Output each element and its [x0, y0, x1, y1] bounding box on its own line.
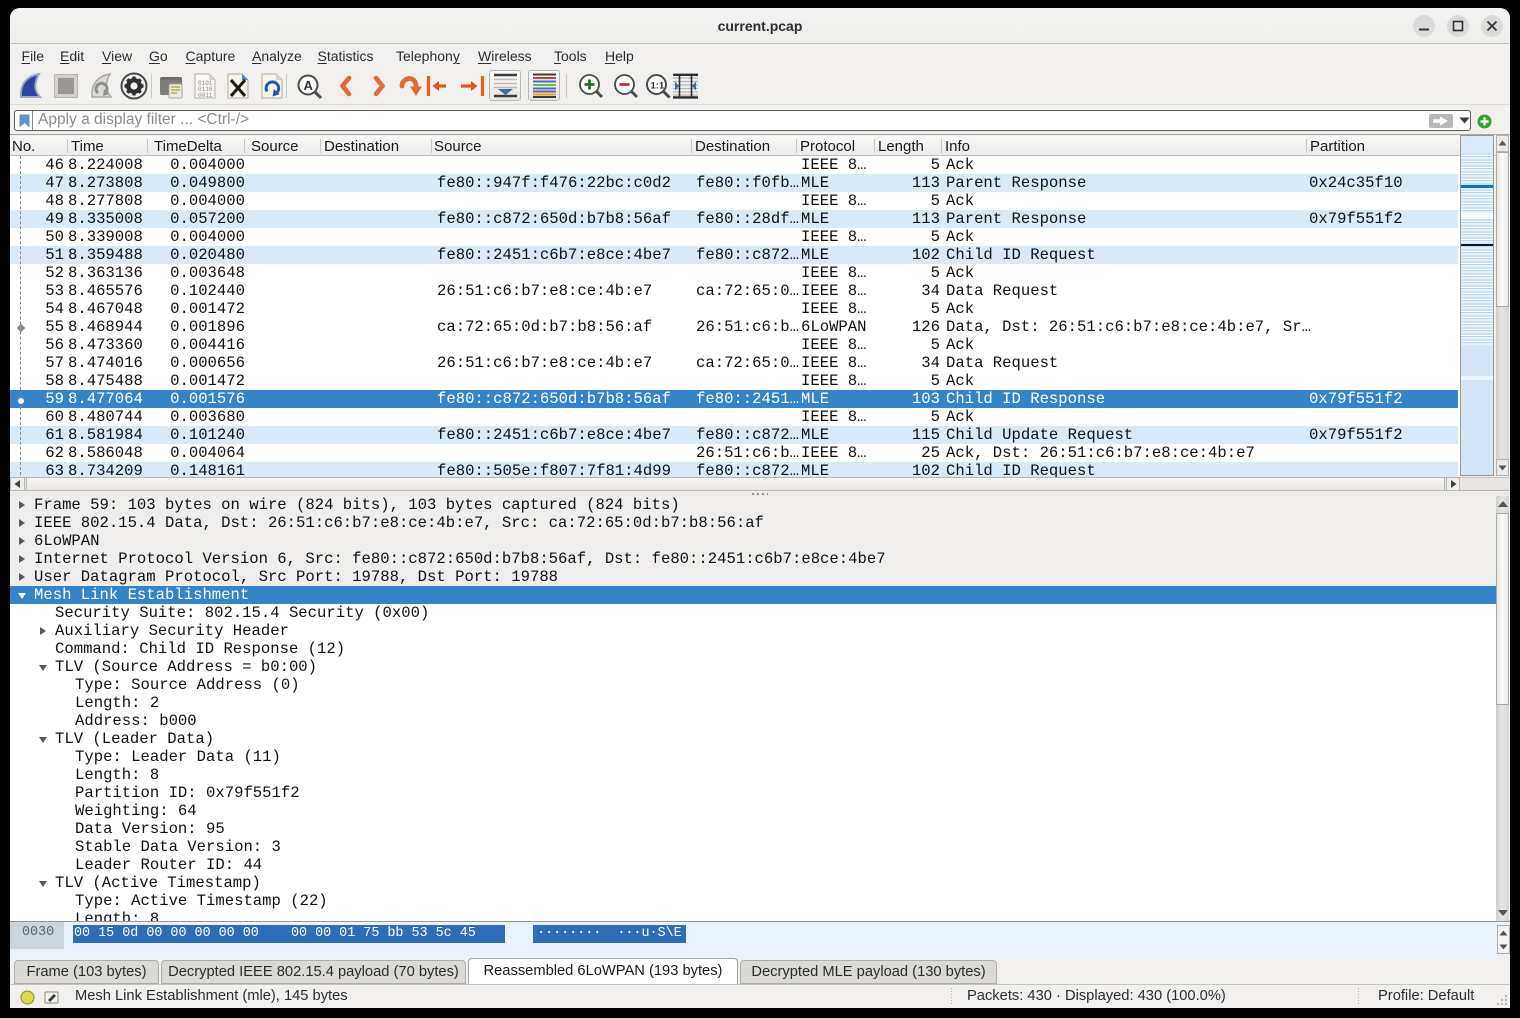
svg-text:0011: 0011 — [198, 92, 213, 99]
svg-text:A: A — [304, 78, 314, 93]
svg-text:1:1: 1:1 — [651, 81, 665, 92]
